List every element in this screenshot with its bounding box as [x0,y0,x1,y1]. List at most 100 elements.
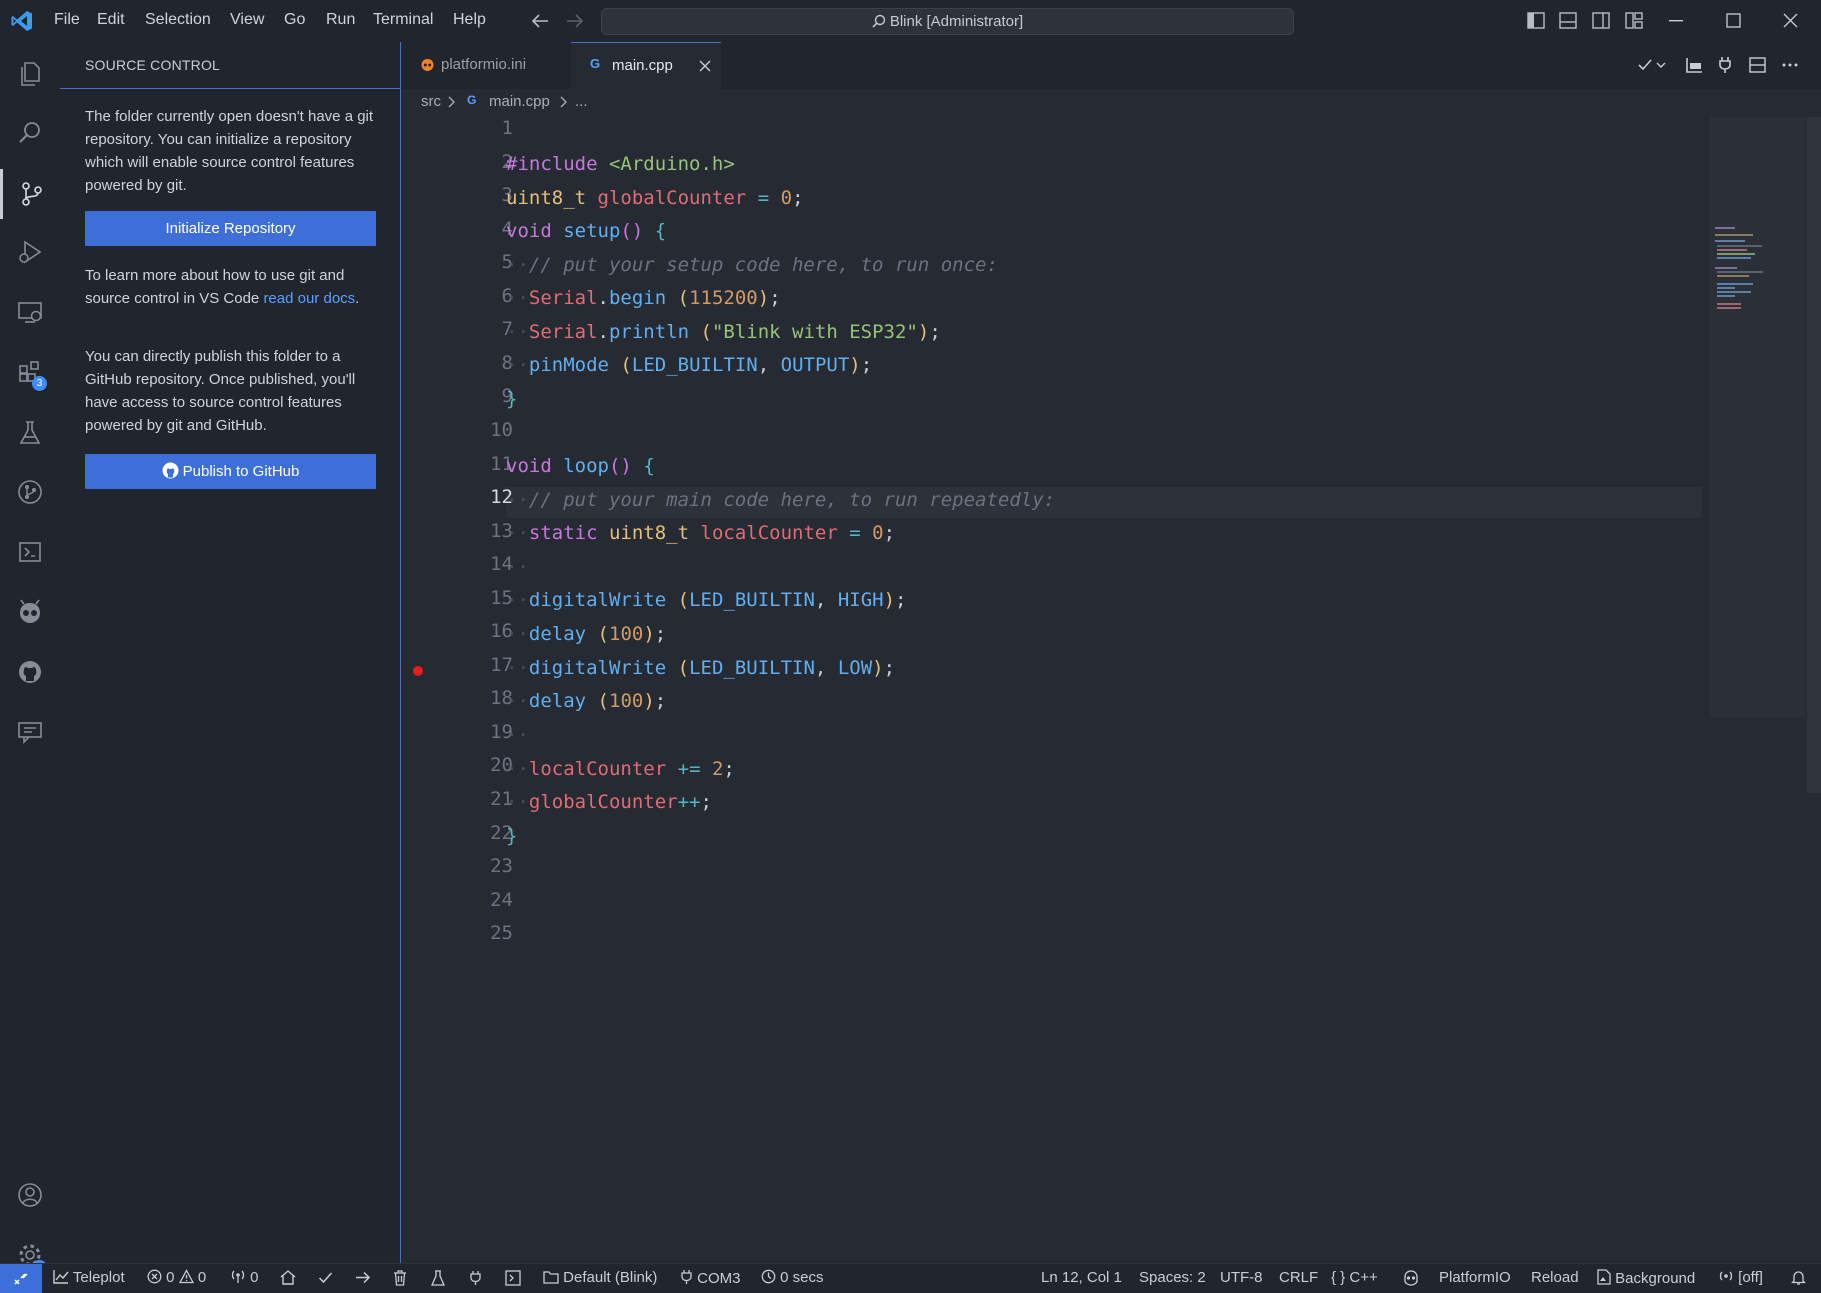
pio-build-check-icon[interactable] [318,1270,333,1285]
maximize-icon[interactable] [1726,13,1741,28]
line-number[interactable]: 18 [441,687,513,709]
customize-layout-icon[interactable] [1625,12,1643,29]
breadcrumb-file[interactable]: main.cpp [489,93,550,110]
line-number[interactable]: 9 [441,385,513,407]
toggle-panel-icon[interactable] [1559,12,1577,29]
pio-serial-monitor-plug-icon[interactable] [469,1270,482,1286]
ports-item[interactable]: 0 [230,1269,259,1286]
more-actions-icon[interactable] [1782,63,1798,67]
line-number[interactable]: 15 [441,587,513,609]
line-number[interactable]: 25 [441,922,513,944]
back-arrow-icon[interactable] [531,12,551,30]
close-window-icon[interactable] [1783,13,1798,28]
tab-platformio-ini[interactable]: platformio.ini [401,42,570,89]
line-number[interactable]: 7 [441,318,513,340]
vertical-scrollbar[interactable] [1807,117,1821,793]
toggle-primary-sidebar-icon[interactable] [1527,12,1545,29]
testing-button[interactable] [0,408,60,458]
line-number[interactable]: 10 [441,419,513,441]
menu-selection[interactable]: Selection [145,11,211,29]
cursor-position[interactable]: Ln 12, Col 1 [1041,1269,1122,1286]
line-number[interactable]: 13 [441,520,513,542]
minimap-slider[interactable] [1710,117,1805,717]
chevron-down-icon[interactable] [1656,61,1666,69]
line-number[interactable]: 17 [441,654,513,676]
breadcrumb-symbol[interactable]: ... [575,93,588,110]
line-number[interactable]: 22 [441,822,513,844]
platformio-build-check-icon[interactable] [1637,57,1653,73]
timer-item[interactable]: 0 secs [761,1269,824,1286]
serial-port-item[interactable]: COM3 [680,1269,741,1287]
github-button[interactable] [0,647,60,697]
line-number[interactable]: 24 [441,889,513,911]
problems-item[interactable]: 0 0 [147,1269,206,1286]
line-number[interactable]: 20 [441,754,513,776]
git-graph-button[interactable] [0,467,60,517]
menu-file[interactable]: File [54,11,80,29]
reload-button[interactable]: Reload [1531,1269,1579,1286]
initialize-repository-button[interactable]: Initialize Repository [85,211,376,246]
line-number[interactable]: 6 [441,285,513,307]
split-editor-icon[interactable] [1749,57,1766,73]
line-number[interactable]: 21 [441,788,513,810]
menu-run[interactable]: Run [326,11,355,29]
line-number[interactable]: 1 [441,117,513,139]
copilot-icon[interactable] [1402,1270,1420,1286]
language-mode[interactable]: { } C++ [1331,1269,1378,1286]
pio-home-icon[interactable] [280,1270,296,1285]
live-server-item[interactable]: [off] [1718,1269,1763,1286]
read-docs-link[interactable]: read our docs [263,290,355,307]
line-number[interactable]: 12 [441,486,513,508]
menu-edit[interactable]: Edit [97,11,125,29]
line-number[interactable]: 2 [441,151,513,173]
explorer-button[interactable] [0,49,60,99]
forward-arrow-icon[interactable] [564,12,584,30]
menu-terminal[interactable]: Terminal [373,11,433,29]
tab-main-cpp[interactable]: G main.cpp [571,42,721,89]
breadcrumb-folder[interactable]: src [421,93,441,110]
accounts-button[interactable] [0,1170,60,1220]
notifications-bell-icon[interactable] [1791,1270,1806,1286]
line-number[interactable]: 14 [441,553,513,575]
pio-upload-arrow-icon[interactable] [355,1270,371,1285]
breakpoint-icon[interactable] [413,666,423,676]
end-of-line[interactable]: CRLF [1279,1269,1318,1286]
code-editor[interactable]: 1 2 3 4 5 6 7 8 9 10 11 12 13 14 15 16 17 18 19 20 21 22 23 24 2… [401,117,1821,1263]
publish-to-github-button[interactable]: Publish to GitHub [85,454,376,489]
menu-help[interactable]: Help [453,11,486,29]
teleplot-item[interactable]: Teleplot [53,1269,125,1286]
line-number[interactable]: 16 [441,620,513,642]
terminal-panel-button[interactable] [0,527,60,577]
line-number[interactable]: 4 [441,218,513,240]
line-number[interactable]: 8 [441,352,513,374]
toggle-secondary-sidebar-icon[interactable] [1592,12,1610,29]
background-item[interactable]: Background [1597,1269,1695,1287]
comments-button[interactable] [0,707,60,757]
minimize-icon[interactable] [1668,20,1684,22]
platformio-button[interactable] [0,587,60,637]
line-number[interactable]: 19 [441,721,513,743]
project-environment-item[interactable]: Default (Blink) [543,1269,657,1286]
platformio-status[interactable]: PlatformIO [1439,1269,1511,1286]
remote-indicator[interactable] [0,1264,42,1293]
run-debug-button[interactable] [0,227,60,277]
search-view-button[interactable] [0,108,60,158]
plug-icon[interactable] [1718,56,1732,74]
serial-plotter-icon[interactable] [1685,57,1703,73]
line-number[interactable]: 23 [441,855,513,877]
menu-go[interactable]: Go [284,11,305,29]
pio-test-flask-icon[interactable] [431,1270,445,1286]
source-control-button[interactable] [0,169,60,219]
line-number[interactable]: 3 [441,184,513,206]
remote-explorer-button[interactable] [0,287,60,337]
pio-clean-trash-icon[interactable] [393,1270,407,1286]
indentation[interactable]: Spaces: 2 [1139,1269,1206,1286]
pio-terminal-icon[interactable] [505,1270,521,1286]
minimap[interactable] [1707,117,1805,1263]
command-center[interactable]: Blink [Administrator] [601,8,1294,35]
menu-view[interactable]: View [230,11,264,29]
line-number[interactable]: 11 [441,453,513,475]
line-number[interactable]: 5 [441,251,513,273]
encoding[interactable]: UTF-8 [1220,1269,1263,1286]
close-tab-icon[interactable] [699,60,711,72]
